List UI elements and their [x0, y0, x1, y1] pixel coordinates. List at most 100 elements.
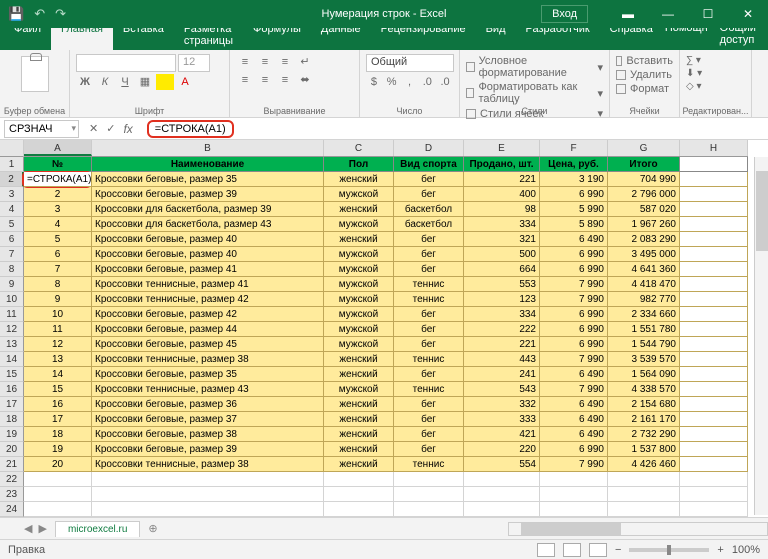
- paste-icon[interactable]: [21, 56, 49, 92]
- cell[interactable]: 7 990: [540, 382, 608, 397]
- header-cell[interactable]: Итого: [608, 157, 680, 172]
- cell[interactable]: бег: [394, 172, 464, 187]
- align-top-icon[interactable]: ≡: [236, 54, 254, 70]
- close-icon[interactable]: ✕: [728, 0, 768, 28]
- cell[interactable]: женский: [324, 442, 394, 457]
- cell[interactable]: 4 426 460: [608, 457, 680, 472]
- cell[interactable]: 15: [24, 382, 92, 397]
- cell[interactable]: 7 990: [540, 457, 608, 472]
- cell[interactable]: Кроссовки для баскетбола, размер 43: [92, 217, 324, 232]
- cell[interactable]: Кроссовки для баскетбола, размер 39: [92, 202, 324, 217]
- cell[interactable]: 6 490: [540, 412, 608, 427]
- cell[interactable]: 221: [464, 337, 540, 352]
- zoom-in-icon[interactable]: +: [717, 544, 723, 556]
- row-header-6[interactable]: 6: [0, 232, 24, 247]
- cell[interactable]: Кроссовки беговые, размер 37: [92, 412, 324, 427]
- row-header-21[interactable]: 21: [0, 457, 24, 472]
- cell[interactable]: бег: [394, 427, 464, 442]
- cell[interactable]: 6 990: [540, 247, 608, 262]
- cell[interactable]: 704 990: [608, 172, 680, 187]
- cell[interactable]: 12: [24, 337, 92, 352]
- login-button[interactable]: Вход: [541, 5, 588, 23]
- cell[interactable]: 4 338 570: [608, 382, 680, 397]
- header-cell[interactable]: Наименование: [92, 157, 324, 172]
- cell[interactable]: мужской: [324, 262, 394, 277]
- cell[interactable]: бег: [394, 187, 464, 202]
- maximize-icon[interactable]: ☐: [688, 0, 728, 28]
- cell[interactable]: 2 161 170: [608, 412, 680, 427]
- row-header-17[interactable]: 17: [0, 397, 24, 412]
- cell[interactable]: 1 544 790: [608, 337, 680, 352]
- inc-decimal-icon[interactable]: .0: [419, 74, 435, 90]
- cell[interactable]: баскетбол: [394, 217, 464, 232]
- cell[interactable]: женский: [324, 202, 394, 217]
- col-header-H[interactable]: H: [680, 140, 748, 156]
- col-header-D[interactable]: D: [394, 140, 464, 156]
- select-all-corner[interactable]: [0, 140, 24, 157]
- cell[interactable]: 6 490: [540, 232, 608, 247]
- cell[interactable]: 7 990: [540, 292, 608, 307]
- cell[interactable]: мужской: [324, 217, 394, 232]
- cell[interactable]: Кроссовки беговые, размер 38: [92, 427, 324, 442]
- row-header-7[interactable]: 7: [0, 247, 24, 262]
- currency-icon[interactable]: $: [366, 74, 382, 90]
- dec-decimal-icon[interactable]: .0: [437, 74, 453, 90]
- cell[interactable]: 6 990: [540, 322, 608, 337]
- format-button[interactable]: Формат: [616, 82, 673, 96]
- cell[interactable]: бег: [394, 232, 464, 247]
- cell[interactable]: бег: [394, 442, 464, 457]
- col-header-B[interactable]: B: [92, 140, 324, 156]
- font-color-icon[interactable]: A: [176, 74, 194, 90]
- clear-button[interactable]: ◇ ▾: [686, 80, 745, 93]
- font-family-select[interactable]: [76, 54, 176, 72]
- cell[interactable]: Кроссовки теннисные, размер 43: [92, 382, 324, 397]
- cell[interactable]: 664: [464, 262, 540, 277]
- row-header-2[interactable]: 2: [0, 172, 24, 187]
- cell[interactable]: 6: [24, 247, 92, 262]
- cell[interactable]: мужской: [324, 307, 394, 322]
- cell[interactable]: женский: [324, 427, 394, 442]
- cell[interactable]: 3: [24, 202, 92, 217]
- font-size-select[interactable]: 12: [178, 54, 210, 72]
- cell[interactable]: бег: [394, 412, 464, 427]
- add-sheet-icon[interactable]: ⊕: [140, 520, 165, 537]
- cell[interactable]: мужской: [324, 247, 394, 262]
- cell[interactable]: Кроссовки теннисные, размер 42: [92, 292, 324, 307]
- cell[interactable]: Кроссовки беговые, размер 39: [92, 187, 324, 202]
- cell[interactable]: теннис: [394, 382, 464, 397]
- cell[interactable]: 553: [464, 277, 540, 292]
- cell[interactable]: 5: [24, 232, 92, 247]
- cell[interactable]: теннис: [394, 277, 464, 292]
- next-sheet-icon[interactable]: ▶: [38, 522, 46, 535]
- cell[interactable]: 6 490: [540, 397, 608, 412]
- cell[interactable]: 9: [24, 292, 92, 307]
- cell[interactable]: 14: [24, 367, 92, 382]
- cell[interactable]: бег: [394, 322, 464, 337]
- cell[interactable]: 16: [24, 397, 92, 412]
- cancel-formula-icon[interactable]: ✕: [89, 122, 98, 136]
- row-header-13[interactable]: 13: [0, 337, 24, 352]
- name-box[interactable]: СРЗНАЧ: [4, 120, 79, 138]
- cell[interactable]: 443: [464, 352, 540, 367]
- redo-icon[interactable]: ↷: [55, 6, 66, 22]
- cell[interactable]: 17: [24, 412, 92, 427]
- cell[interactable]: 421: [464, 427, 540, 442]
- cell[interactable]: Кроссовки беговые, размер 35: [92, 367, 324, 382]
- zoom-slider[interactable]: [629, 548, 709, 552]
- align-bot-icon[interactable]: ≡: [276, 54, 294, 70]
- header-cell[interactable]: №: [24, 157, 92, 172]
- table-format-button[interactable]: Форматировать как таблицу▾: [466, 80, 603, 106]
- cell[interactable]: 221: [464, 172, 540, 187]
- cell[interactable]: 7 990: [540, 352, 608, 367]
- grid[interactable]: №НаименованиеПолВид спортаПродано, шт.Це…: [24, 157, 768, 517]
- col-header-E[interactable]: E: [464, 140, 540, 156]
- row-header-16[interactable]: 16: [0, 382, 24, 397]
- col-header-G[interactable]: G: [608, 140, 680, 156]
- row-header-11[interactable]: 11: [0, 307, 24, 322]
- cell[interactable]: 3 190: [540, 172, 608, 187]
- cell[interactable]: женский: [324, 232, 394, 247]
- cell[interactable]: 220: [464, 442, 540, 457]
- cell[interactable]: 5 990: [540, 202, 608, 217]
- row-header-19[interactable]: 19: [0, 427, 24, 442]
- header-cell[interactable]: Цена, руб.: [540, 157, 608, 172]
